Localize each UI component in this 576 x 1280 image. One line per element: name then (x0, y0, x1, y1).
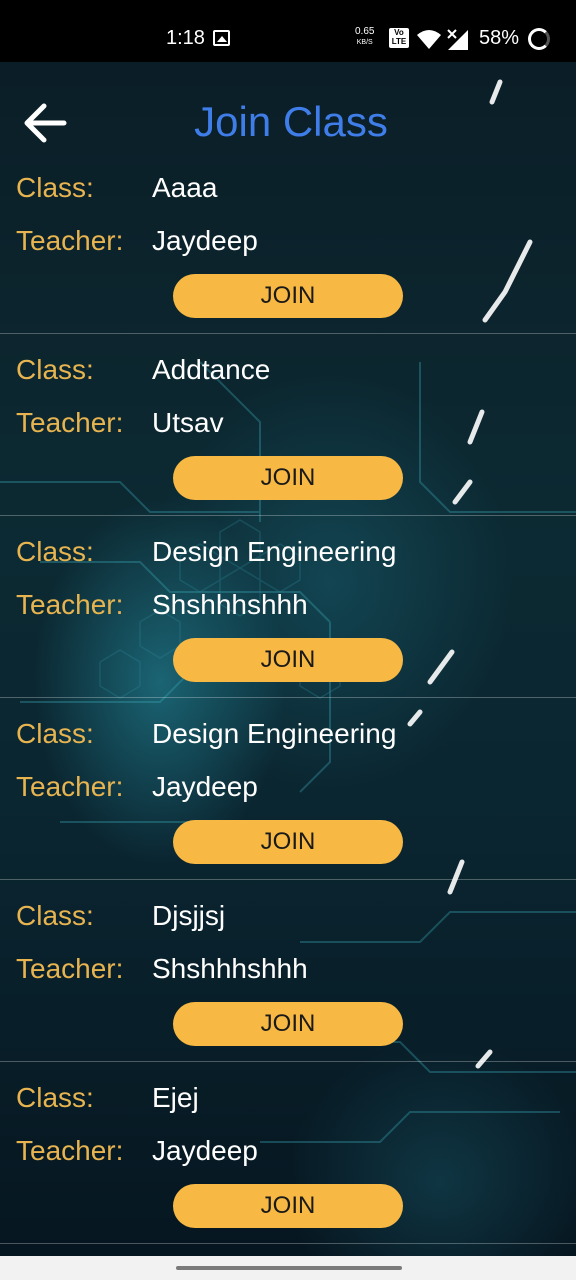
wifi-icon (417, 30, 441, 49)
class-label: Class: (16, 718, 94, 749)
class-label: Class: (16, 354, 94, 385)
volte-icon: Vo LTE (389, 28, 409, 48)
class-label: Class: (16, 1082, 94, 1113)
gallery-notification-icon (213, 30, 230, 46)
teacher-name: Shshhhshhh (152, 589, 308, 620)
status-bar: 1:18 0.65 KB/S Vo LTE 58% (0, 0, 576, 62)
teacher-label: Teacher: (16, 1135, 124, 1166)
class-card: Class: Design Engineering Teacher: Shshh… (0, 516, 576, 698)
class-card: Class: Design Engineering Teacher: Jayde… (0, 698, 576, 880)
page-title: Join Class (194, 98, 388, 145)
class-name: Design Engineering (152, 718, 397, 749)
status-time: 1:18 (166, 27, 205, 49)
class-card: Class: Addtance Teacher: Utsav JOIN (0, 334, 576, 516)
teacher-label: Teacher: (16, 953, 124, 984)
teacher-name: Utsav (152, 407, 224, 438)
teacher-name: Jaydeep (152, 225, 258, 256)
join-button[interactable]: JOIN (173, 820, 403, 864)
class-label: Class: (16, 536, 94, 567)
teacher-label: Teacher: (16, 225, 124, 256)
navigation-bar (0, 1256, 576, 1280)
class-name: Addtance (152, 354, 271, 385)
signal-icon (447, 29, 468, 50)
home-gesture-handle[interactable] (176, 1266, 402, 1270)
join-button[interactable]: JOIN (173, 638, 403, 682)
teacher-label: Teacher: (16, 589, 124, 620)
battery-percent: 58% (479, 27, 520, 49)
join-button[interactable]: JOIN (173, 1002, 403, 1046)
network-speed: 0.65 KB/S (355, 27, 374, 48)
join-button[interactable]: JOIN (173, 456, 403, 500)
class-label: Class: (16, 172, 94, 203)
teacher-label: Teacher: (16, 771, 124, 802)
class-name: Djsjjsj (152, 900, 226, 931)
teacher-name: Jaydeep (152, 1135, 258, 1166)
class-card: Class: Ejej Teacher: Jaydeep JOIN (0, 1062, 576, 1244)
teacher-label: Teacher: (16, 407, 124, 438)
network-speed-unit: KB/S (356, 39, 373, 46)
class-name: Aaaa (152, 172, 218, 203)
battery-icon (528, 28, 550, 50)
network-speed-value: 0.65 (355, 26, 375, 37)
teacher-name: Shshhhshhh (152, 953, 308, 984)
teacher-name: Jaydeep (152, 771, 258, 802)
class-label: Class: (16, 900, 94, 931)
class-card: Class: Djsjjsj Teacher: Shshhhshhh JOIN (0, 880, 576, 1062)
class-name: Ejej (152, 1082, 199, 1113)
join-button[interactable]: JOIN (173, 274, 403, 318)
class-name: Design Engineering (152, 536, 397, 567)
class-card: Class: Aaaa Teacher: Jaydeep JOIN (0, 152, 576, 334)
join-button[interactable]: JOIN (173, 1184, 403, 1228)
